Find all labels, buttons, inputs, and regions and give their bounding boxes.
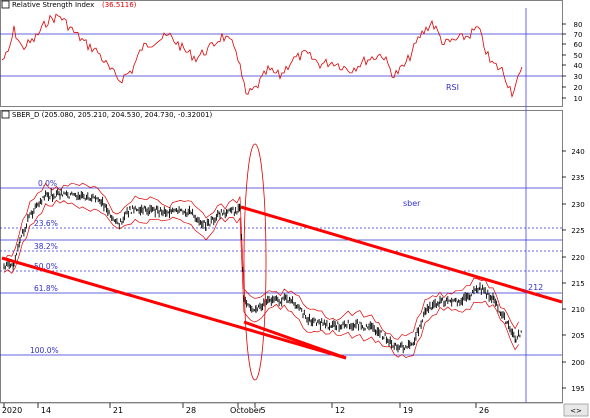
rsi-tick-label: 20 <box>574 84 583 92</box>
time-tick-label: October <box>230 406 263 415</box>
axis-corner-button[interactable]: <> <box>563 403 589 417</box>
rsi-plot-frame <box>0 0 563 107</box>
axis-corner-label: <> <box>570 407 582 415</box>
rsi-tick-label: 10 <box>574 95 583 103</box>
rsi-y-axis: 80 70 60 50 40 30 20 10 <box>562 21 582 103</box>
price-tick-label: 240 <box>571 148 584 156</box>
level-label: 212 <box>528 283 543 292</box>
rsi-tick-label: 40 <box>574 62 583 70</box>
symbol-label: sber <box>403 199 421 208</box>
rsi-panel-icon[interactable] <box>1 0 10 9</box>
time-tick-label: 21 <box>113 406 123 415</box>
rsi-value: (36.5116) <box>102 1 137 9</box>
rsi-label: RSI <box>446 83 459 92</box>
price-y-axis: 240 235 230 225 220 215 210 205 200 195 <box>562 148 585 393</box>
rsi-tick-label: 80 <box>574 21 583 29</box>
time-tick-label: 12 <box>335 406 345 415</box>
fib-label: 23.6% <box>34 219 58 228</box>
rsi-tick-label: 30 <box>574 73 583 81</box>
price-header: SBER_D (205.080, 205.210, 204.530, 204.7… <box>12 111 212 119</box>
time-tick-label: 2020 <box>2 406 22 415</box>
price-tick-label: 220 <box>571 254 584 262</box>
price-tick-label: 215 <box>571 280 584 288</box>
time-tick-label: 5 <box>260 406 265 415</box>
fib-label: 38.2% <box>34 242 58 251</box>
price-plot-frame <box>0 110 563 403</box>
price-tick-label: 210 <box>571 306 584 314</box>
fib-label: 0.0% <box>38 179 57 188</box>
price-tick-label: 225 <box>571 227 584 235</box>
time-tick-label: 28 <box>186 406 196 415</box>
price-tick-label: 235 <box>571 174 584 182</box>
chart-window: Relative Strength Index (36.5116) RSI 80… <box>0 0 589 417</box>
price-tick-label: 200 <box>571 359 584 367</box>
price-tick-label: 230 <box>571 201 584 209</box>
rsi-tick-label: 60 <box>574 41 583 49</box>
price-panel-icon[interactable] <box>1 110 10 119</box>
price-tick-label: 195 <box>571 385 584 393</box>
time-axis: 2020 14 21 28 October5 12 19 26 <box>0 402 563 415</box>
price-tick-label: 205 <box>571 332 584 340</box>
rsi-tick-label: 70 <box>574 31 583 39</box>
fib-label: 100.0% <box>30 346 59 355</box>
rsi-title: Relative Strength Index <box>12 1 94 9</box>
time-tick-label: 26 <box>479 406 489 415</box>
time-tick-label: 14 <box>41 406 51 415</box>
rsi-tick-label: 50 <box>574 52 583 60</box>
fib-label: 61.8% <box>34 284 58 293</box>
time-tick-label: 19 <box>403 406 413 415</box>
rsi-panel: Relative Strength Index (36.5116) RSI 80… <box>0 0 582 107</box>
